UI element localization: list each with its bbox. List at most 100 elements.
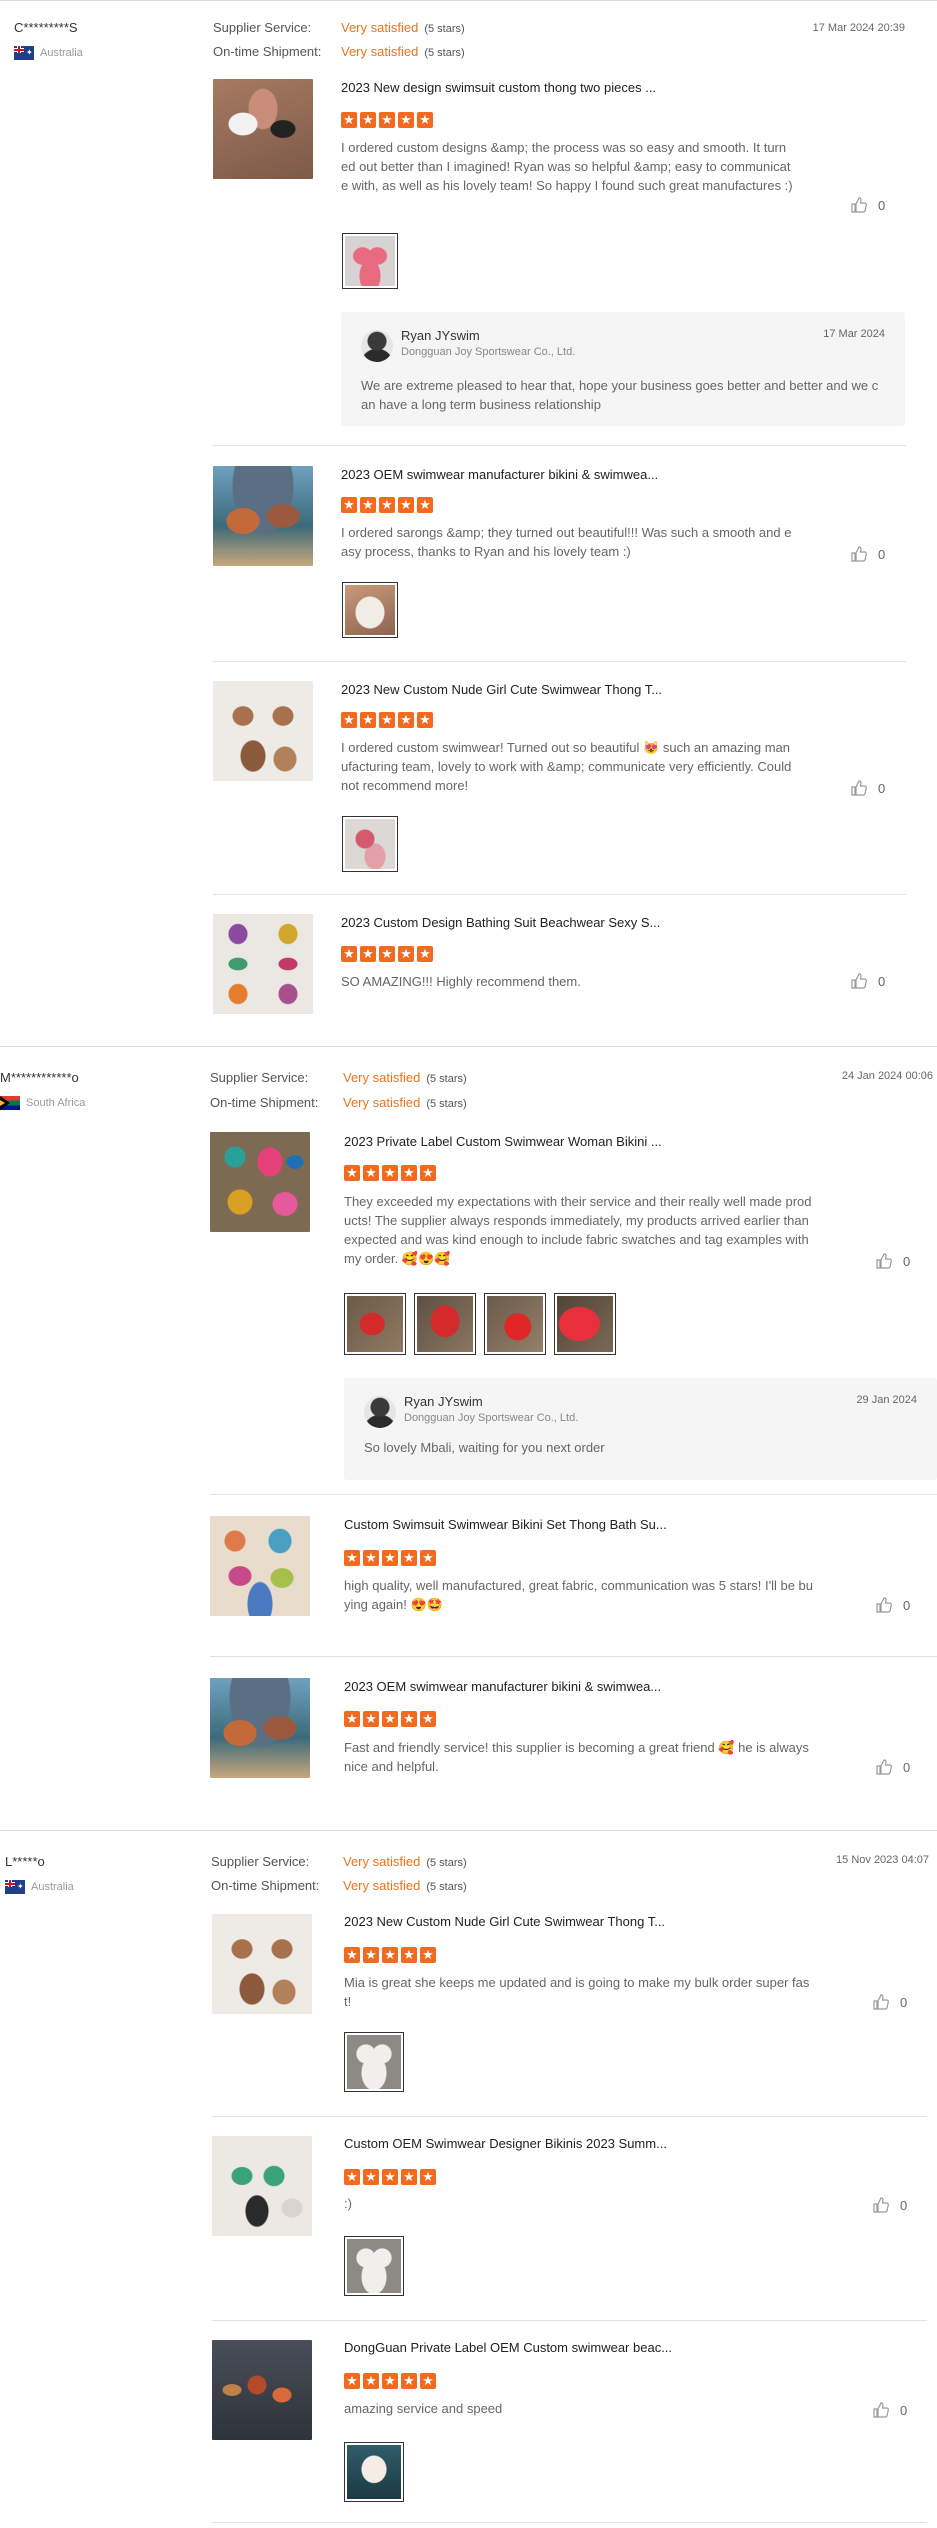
product-title[interactable]: 2023 New design swimsuit custom thong tw… xyxy=(341,80,656,95)
south-africa-flag-icon xyxy=(0,1096,20,1110)
product-title[interactable]: 2023 New Custom Nude Girl Cute Swimwear … xyxy=(344,1914,665,1929)
like-count: 0 xyxy=(878,197,886,213)
star-icon xyxy=(379,111,395,129)
star-icon xyxy=(382,1946,398,1964)
country-name: Australia xyxy=(40,47,83,59)
star-icon xyxy=(341,711,357,729)
star-icon xyxy=(379,945,395,963)
review-date: 24 Jan 2024 00:06 xyxy=(841,1070,933,1082)
like-button[interactable]: 0 xyxy=(850,972,885,990)
star-icon xyxy=(398,711,414,729)
star-icon xyxy=(398,496,414,514)
product-thumbnail[interactable] xyxy=(212,2136,312,2236)
review-photo[interactable] xyxy=(344,2236,404,2296)
thumbs-up-icon xyxy=(851,780,867,796)
product-title[interactable]: 2023 Custom Design Bathing Suit Beachwea… xyxy=(341,915,660,930)
thumbs-up-icon xyxy=(873,2197,889,2213)
product-thumbnail[interactable] xyxy=(210,1678,310,1778)
like-button[interactable]: 0 xyxy=(850,779,885,797)
australia-flag-icon xyxy=(14,46,34,60)
product-title[interactable]: 2023 New Custom Nude Girl Cute Swimwear … xyxy=(341,682,662,697)
like-button[interactable]: 0 xyxy=(875,1252,910,1270)
star-icon xyxy=(344,1549,360,1567)
review-photo[interactable] xyxy=(414,1293,476,1355)
product-thumbnail[interactable] xyxy=(213,914,313,1014)
star-icon xyxy=(363,2372,379,2390)
review-photo[interactable] xyxy=(342,233,398,289)
avatar xyxy=(361,330,393,362)
buyer-name: M************o xyxy=(0,1070,79,1085)
star-icon xyxy=(344,2168,360,2186)
star-icon xyxy=(344,1710,360,1728)
star-icon xyxy=(417,111,433,129)
ontime-shipment-label: On-time Shipment: xyxy=(213,44,322,59)
review-photo[interactable] xyxy=(484,1293,546,1355)
like-button[interactable]: 0 xyxy=(850,196,885,214)
ontime-shipment-rating: On-time Shipment: Very satisfied (5 stars) xyxy=(210,1095,467,1110)
review-photo[interactable] xyxy=(554,1293,616,1355)
like-button[interactable]: 0 xyxy=(872,1993,907,2011)
review-photo[interactable] xyxy=(342,816,398,872)
star-icon xyxy=(420,1946,436,1964)
product-thumbnail[interactable] xyxy=(210,1132,310,1232)
buyer-name: C*********S xyxy=(14,20,78,35)
star-rating xyxy=(344,1710,436,1728)
product-title[interactable]: 2023 Private Label Custom Swimwear Woman… xyxy=(344,1134,662,1149)
item-divider xyxy=(212,2320,927,2321)
product-thumbnail[interactable] xyxy=(212,2340,312,2440)
star-icon xyxy=(382,1164,398,1182)
like-button[interactable]: 0 xyxy=(875,1758,910,1776)
product-thumbnail[interactable] xyxy=(213,466,313,566)
star-rating xyxy=(341,111,433,129)
supplier-service-value: Very satisfied xyxy=(341,20,419,35)
reply-text: We are extreme pleased to hear that, hop… xyxy=(361,378,879,412)
product-title[interactable]: 2023 OEM swimwear manufacturer bikini & … xyxy=(344,1679,661,1694)
star-icon xyxy=(360,111,376,129)
thumbs-up-icon xyxy=(851,546,867,562)
like-button[interactable]: 0 xyxy=(872,2401,907,2419)
ontime-shipment-label: On-time Shipment: xyxy=(211,1878,320,1893)
product-thumbnail[interactable] xyxy=(210,1516,310,1616)
star-icon xyxy=(401,1549,417,1567)
supplier-service-rating: Supplier Service: Very satisfied (5 stars) xyxy=(211,1854,467,1869)
item-divider xyxy=(210,1656,937,1657)
avatar xyxy=(364,1396,396,1428)
review-text: amazing service and speed xyxy=(344,2401,503,2416)
supplier-service-label: Supplier Service: xyxy=(211,1854,310,1869)
review-photo[interactable] xyxy=(342,582,398,638)
like-button[interactable]: 0 xyxy=(850,545,885,563)
product-title[interactable]: Custom Swimsuit Swimwear Bikini Set Thon… xyxy=(344,1517,667,1532)
star-icon xyxy=(363,1946,379,1964)
like-button[interactable]: 0 xyxy=(872,2196,907,2214)
like-count: 0 xyxy=(878,780,886,796)
star-icon xyxy=(420,1549,436,1567)
star-rating xyxy=(341,711,433,729)
ontime-shipment-rating: On-time Shipment: Very satisfied (5 stars) xyxy=(211,1878,467,1893)
item-divider xyxy=(212,2522,927,2523)
star-rating xyxy=(344,2372,436,2390)
review-photo[interactable] xyxy=(344,2032,404,2092)
ontime-shipment-rating: On-time Shipment: Very satisfied (5 stars) xyxy=(213,44,465,59)
product-title[interactable]: Custom OEM Swimwear Designer Bikinis 202… xyxy=(344,2136,667,2151)
like-button[interactable]: 0 xyxy=(875,1596,910,1614)
star-icon xyxy=(360,945,376,963)
supplier-service-rating: Supplier Service: Very satisfied (5 stars) xyxy=(210,1070,467,1085)
reply-text: So lovely Mbali, waiting for you next or… xyxy=(364,1440,605,1455)
product-thumbnail[interactable] xyxy=(213,681,313,781)
star-icon xyxy=(401,2168,417,2186)
product-thumbnail[interactable] xyxy=(212,1914,312,2014)
reply-date: 17 Mar 2024 xyxy=(823,328,885,340)
product-thumbnail[interactable] xyxy=(213,79,313,179)
product-title[interactable]: 2023 OEM swimwear manufacturer bikini & … xyxy=(341,467,658,482)
supplier-reply: Ryan JYswim Dongguan Joy Sportswear Co.,… xyxy=(341,312,905,426)
star-rating xyxy=(344,1946,436,1964)
buyer-country: Australia xyxy=(5,1880,74,1894)
review-card: M************o South Africa Supplier Ser… xyxy=(0,1046,937,1826)
product-title[interactable]: DongGuan Private Label OEM Custom swimwe… xyxy=(344,2340,672,2355)
review-text: SO AMAZING!!! Highly recommend them. xyxy=(341,974,581,989)
review-photo[interactable] xyxy=(344,2442,404,2502)
supplier-reply: Ryan JYswim Dongguan Joy Sportswear Co.,… xyxy=(344,1378,937,1480)
review-photo[interactable] xyxy=(344,1293,406,1355)
star-rating xyxy=(344,2168,436,2186)
review-photos xyxy=(344,2442,404,2502)
